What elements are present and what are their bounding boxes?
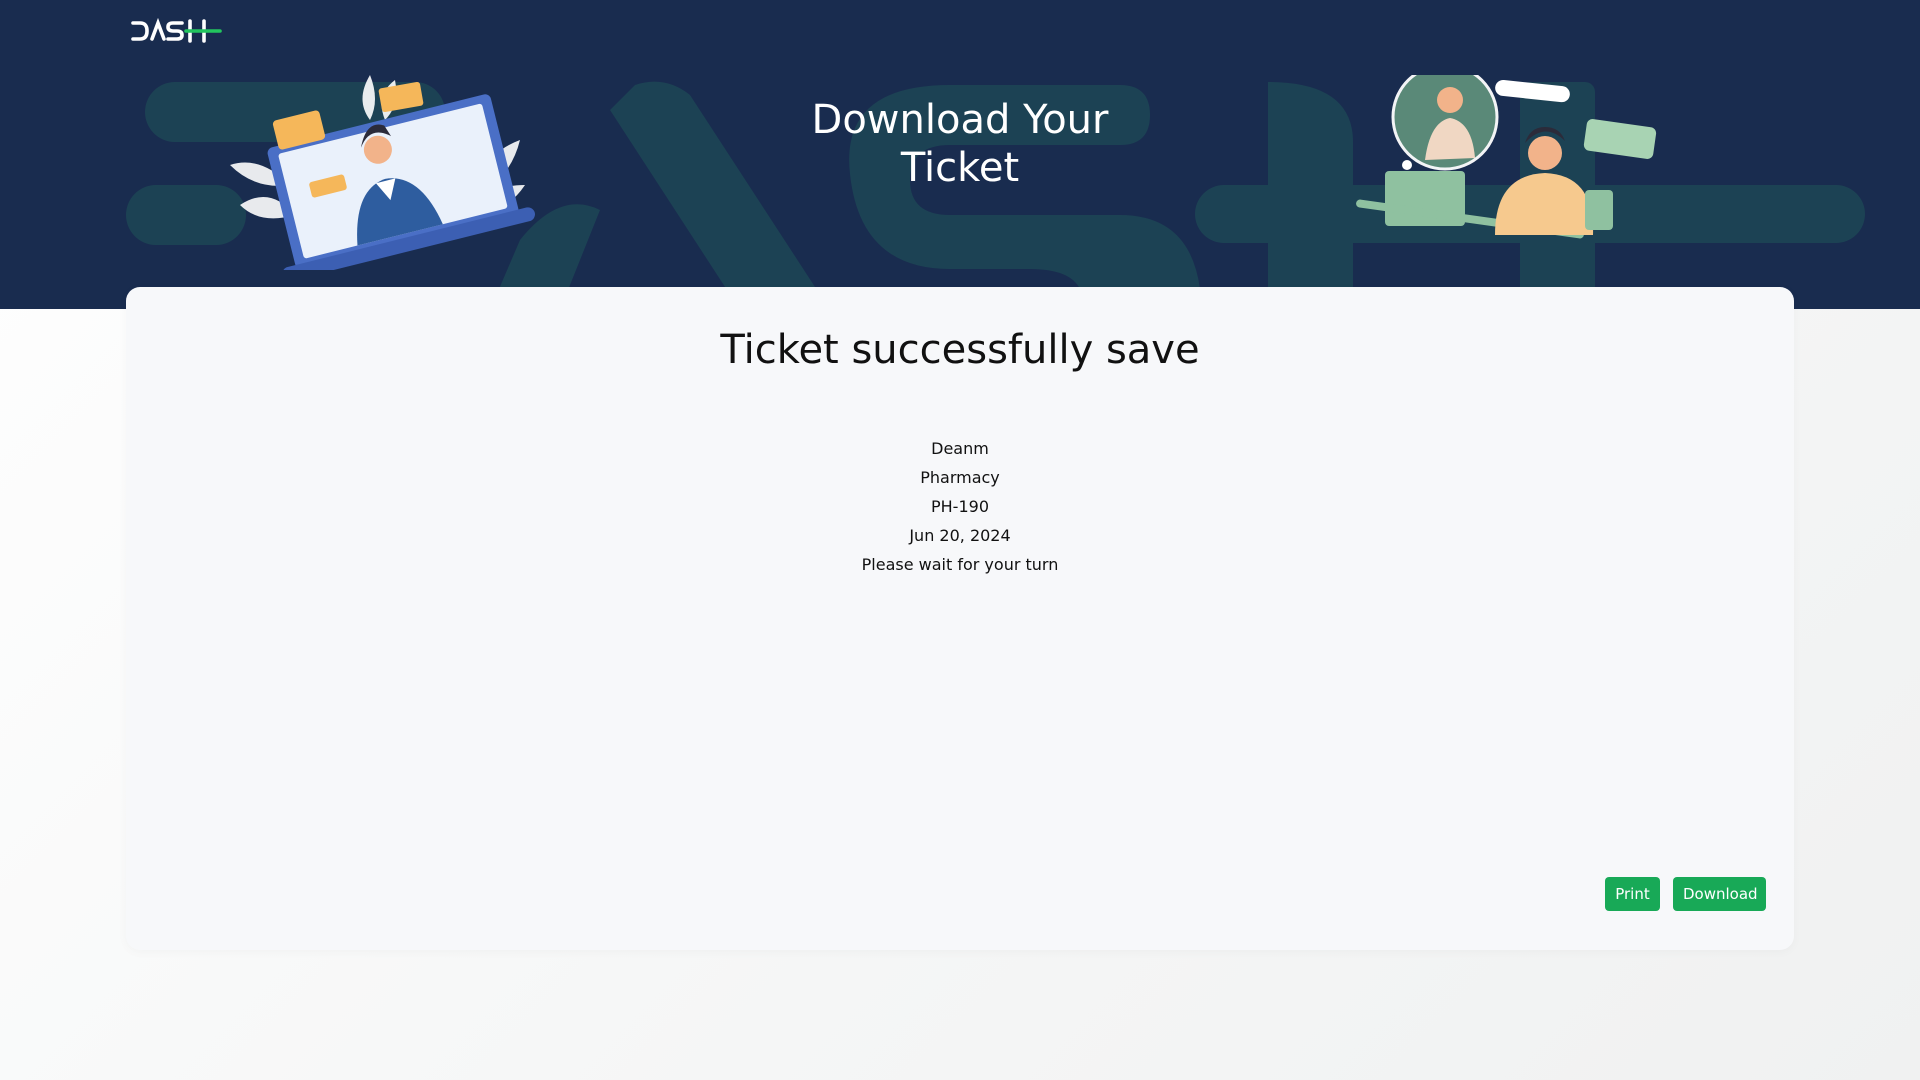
ticket-customer-name: Deanm [931, 439, 989, 458]
dash-logo-icon[interactable] [130, 18, 222, 46]
download-button[interactable]: Download [1673, 877, 1766, 911]
hero-title-line1: Download Your [811, 97, 1109, 143]
ticket-details: Deanm Pharmacy PH-190 Jun 20, 2024 Pleas… [760, 434, 1160, 579]
ticket-wait-message: Please wait for your turn [861, 555, 1059, 574]
ticket-date: Jun 20, 2024 [909, 526, 1011, 545]
ticket-card [126, 287, 1794, 950]
ticket-success-heading: Ticket successfully save [720, 327, 1200, 373]
hero-banner: Download Your Ticket [0, 0, 1920, 309]
print-button[interactable]: Print [1605, 877, 1660, 911]
support-agent-laptop-icon [230, 75, 535, 270]
hero-title: Download Your Ticket [760, 96, 1160, 192]
video-call-agent-icon [1356, 75, 1657, 239]
ticket-number: PH-190 [931, 497, 989, 516]
ticket-department: Pharmacy [920, 468, 1000, 487]
hero-title-line2: Ticket [900, 145, 1020, 191]
